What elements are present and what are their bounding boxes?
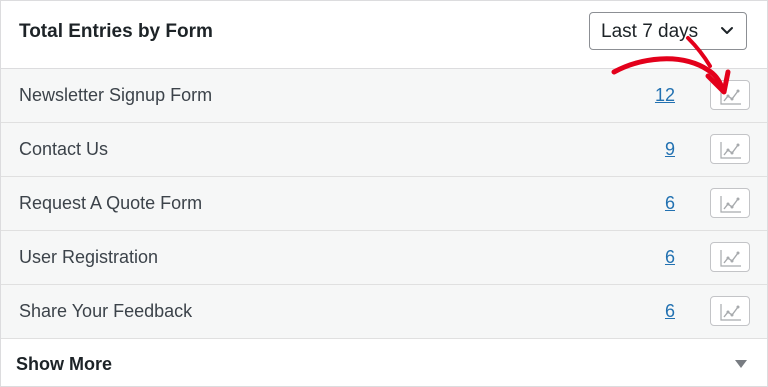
line-chart-icon [720,304,741,321]
entry-count-link[interactable]: 9 [665,139,675,160]
caret-down-icon [735,360,747,368]
widget-title: Total Entries by Form [19,21,213,42]
line-chart-icon [720,88,741,105]
view-chart-button[interactable] [710,242,750,272]
entry-count-link[interactable]: 6 [665,247,675,268]
view-chart-button[interactable] [710,188,750,218]
line-chart-icon [720,250,741,267]
view-chart-button[interactable] [710,296,750,326]
entry-count-link[interactable]: 12 [655,85,675,106]
form-name: User Registration [19,247,159,267]
entry-count-link[interactable]: 6 [665,193,675,214]
form-row: Request A Quote Form 6 [1,177,767,231]
form-row: User Registration 6 [1,231,767,285]
form-row: Contact Us 9 [1,123,767,177]
form-list: Newsletter Signup Form 12 Contact Us 9 R… [1,69,767,339]
entry-count-link[interactable]: 6 [665,301,675,322]
form-name: Request A Quote Form [19,193,203,213]
chevron-down-icon [721,27,733,34]
form-name: Newsletter Signup Form [19,85,213,105]
line-chart-icon [720,196,741,213]
entries-by-form-widget: Total Entries by Form Last 7 days Newsle… [0,0,768,387]
form-row: Share Your Feedback 6 [1,285,767,339]
widget-header: Total Entries by Form Last 7 days [1,1,767,69]
show-more-toggle[interactable]: Show More [1,339,767,386]
show-more-label: Show More [16,354,113,374]
view-chart-button[interactable] [710,80,750,110]
view-chart-button[interactable] [710,134,750,164]
date-range-select[interactable]: Last 7 days [589,12,747,50]
form-name: Share Your Feedback [19,301,193,321]
line-chart-icon [720,142,741,159]
date-range-value: Last 7 days [601,21,699,42]
form-name: Contact Us [19,139,109,159]
form-row: Newsletter Signup Form 12 [1,69,767,123]
